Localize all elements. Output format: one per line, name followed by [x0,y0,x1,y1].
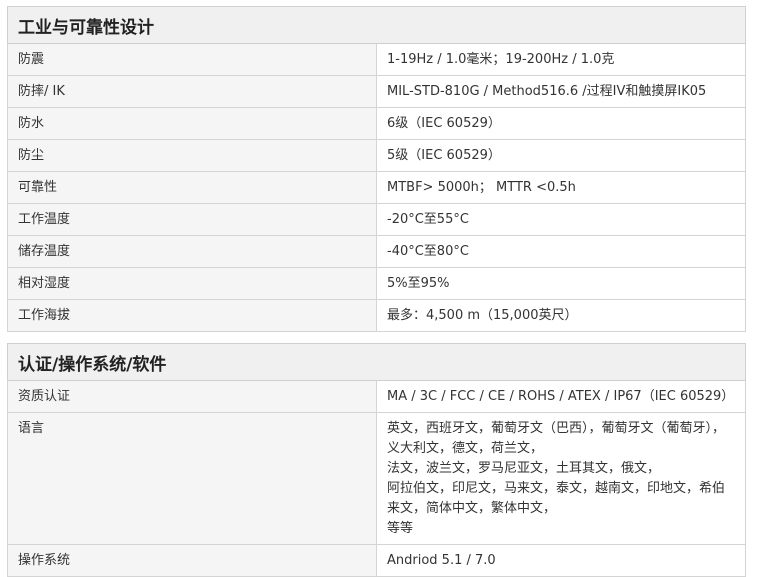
row-label: 防水 [7,107,377,140]
row-value: Andriod 5.1 / 7.0 [376,544,746,577]
table-row: 防震 1-19Hz / 1.0毫米；19-200Hz / 1.0克 [7,43,746,76]
row-label: 防尘 [7,139,377,172]
table-row: 防尘 5级（IEC 60529） [7,139,746,172]
row-value: 6级（IEC 60529） [376,107,746,140]
language-line: 法文，波兰文，罗马尼亚文，土耳其文，俄文， [387,461,661,476]
table-row: 相对湿度 5%至95% [7,267,746,300]
row-value: -20°C至55°C [376,203,746,236]
row-label: 语言 [7,412,377,545]
row-label: 工作温度 [7,203,377,236]
row-label: 相对湿度 [7,267,377,300]
table-row: 防摔/ IK MIL-STD-810G / Method516.6 /过程IV和… [7,75,746,108]
language-line: 阿拉伯文，印尼文，马来文，泰文，越南文，印地文，希伯来文，简体中文，繁体中文， [387,481,726,516]
reliability-spec-table: 工业与可靠性设计 防震 1-19Hz / 1.0毫米；19-200Hz / 1.… [7,6,746,332]
table-row: 工作海拔 最多：4,500 m（15,000英尺） [7,299,746,332]
table-row: 防水 6级（IEC 60529） [7,107,746,140]
table-row: 可靠性 MTBF> 5000h； MTTR <0.5h [7,171,746,204]
row-label: 操作系统 [7,544,377,577]
certification-spec-table: 认证/操作系统/软件 资质认证 MA / 3C / FCC / CE / ROH… [7,343,746,577]
table-row: 工作温度 -20°C至55°C [7,203,746,236]
table-row: 操作系统 Andriod 5.1 / 7.0 [7,544,746,577]
row-value: MIL-STD-810G / Method516.6 /过程IV和触摸屏IK05 [376,75,746,108]
row-value: 5级（IEC 60529） [376,139,746,172]
section-title-reliability: 工业与可靠性设计 [7,6,746,44]
row-value: MTBF> 5000h； MTTR <0.5h [376,171,746,204]
language-line: 英文，西班牙文，葡萄牙文（巴西），葡萄牙文（葡萄牙），义大利文，德文，荷兰文， [387,421,726,456]
language-line: 等等 [387,521,414,536]
section-title-certification: 认证/操作系统/软件 [7,343,746,381]
row-label: 储存温度 [7,235,377,268]
row-value: -40°C至80°C [376,235,746,268]
table-row: 储存温度 -40°C至80°C [7,235,746,268]
table-row: 资质认证 MA / 3C / FCC / CE / ROHS / ATEX / … [7,380,746,413]
row-label: 资质认证 [7,380,377,413]
table-row: 语言 英文，西班牙文，葡萄牙文（巴西），葡萄牙文（葡萄牙），义大利文，德文，荷兰… [7,412,746,545]
row-value: MA / 3C / FCC / CE / ROHS / ATEX / IP67（… [376,380,746,413]
language-list: 英文，西班牙文，葡萄牙文（巴西），葡萄牙文（葡萄牙），义大利文，德文，荷兰文， … [376,412,746,545]
row-label: 工作海拔 [7,299,377,332]
row-label: 可靠性 [7,171,377,204]
row-value: 1-19Hz / 1.0毫米；19-200Hz / 1.0克 [376,43,746,76]
row-label: 防震 [7,43,377,76]
row-value: 5%至95% [376,267,746,300]
row-label: 防摔/ IK [7,75,377,108]
row-value: 最多：4,500 m（15,000英尺） [376,299,746,332]
